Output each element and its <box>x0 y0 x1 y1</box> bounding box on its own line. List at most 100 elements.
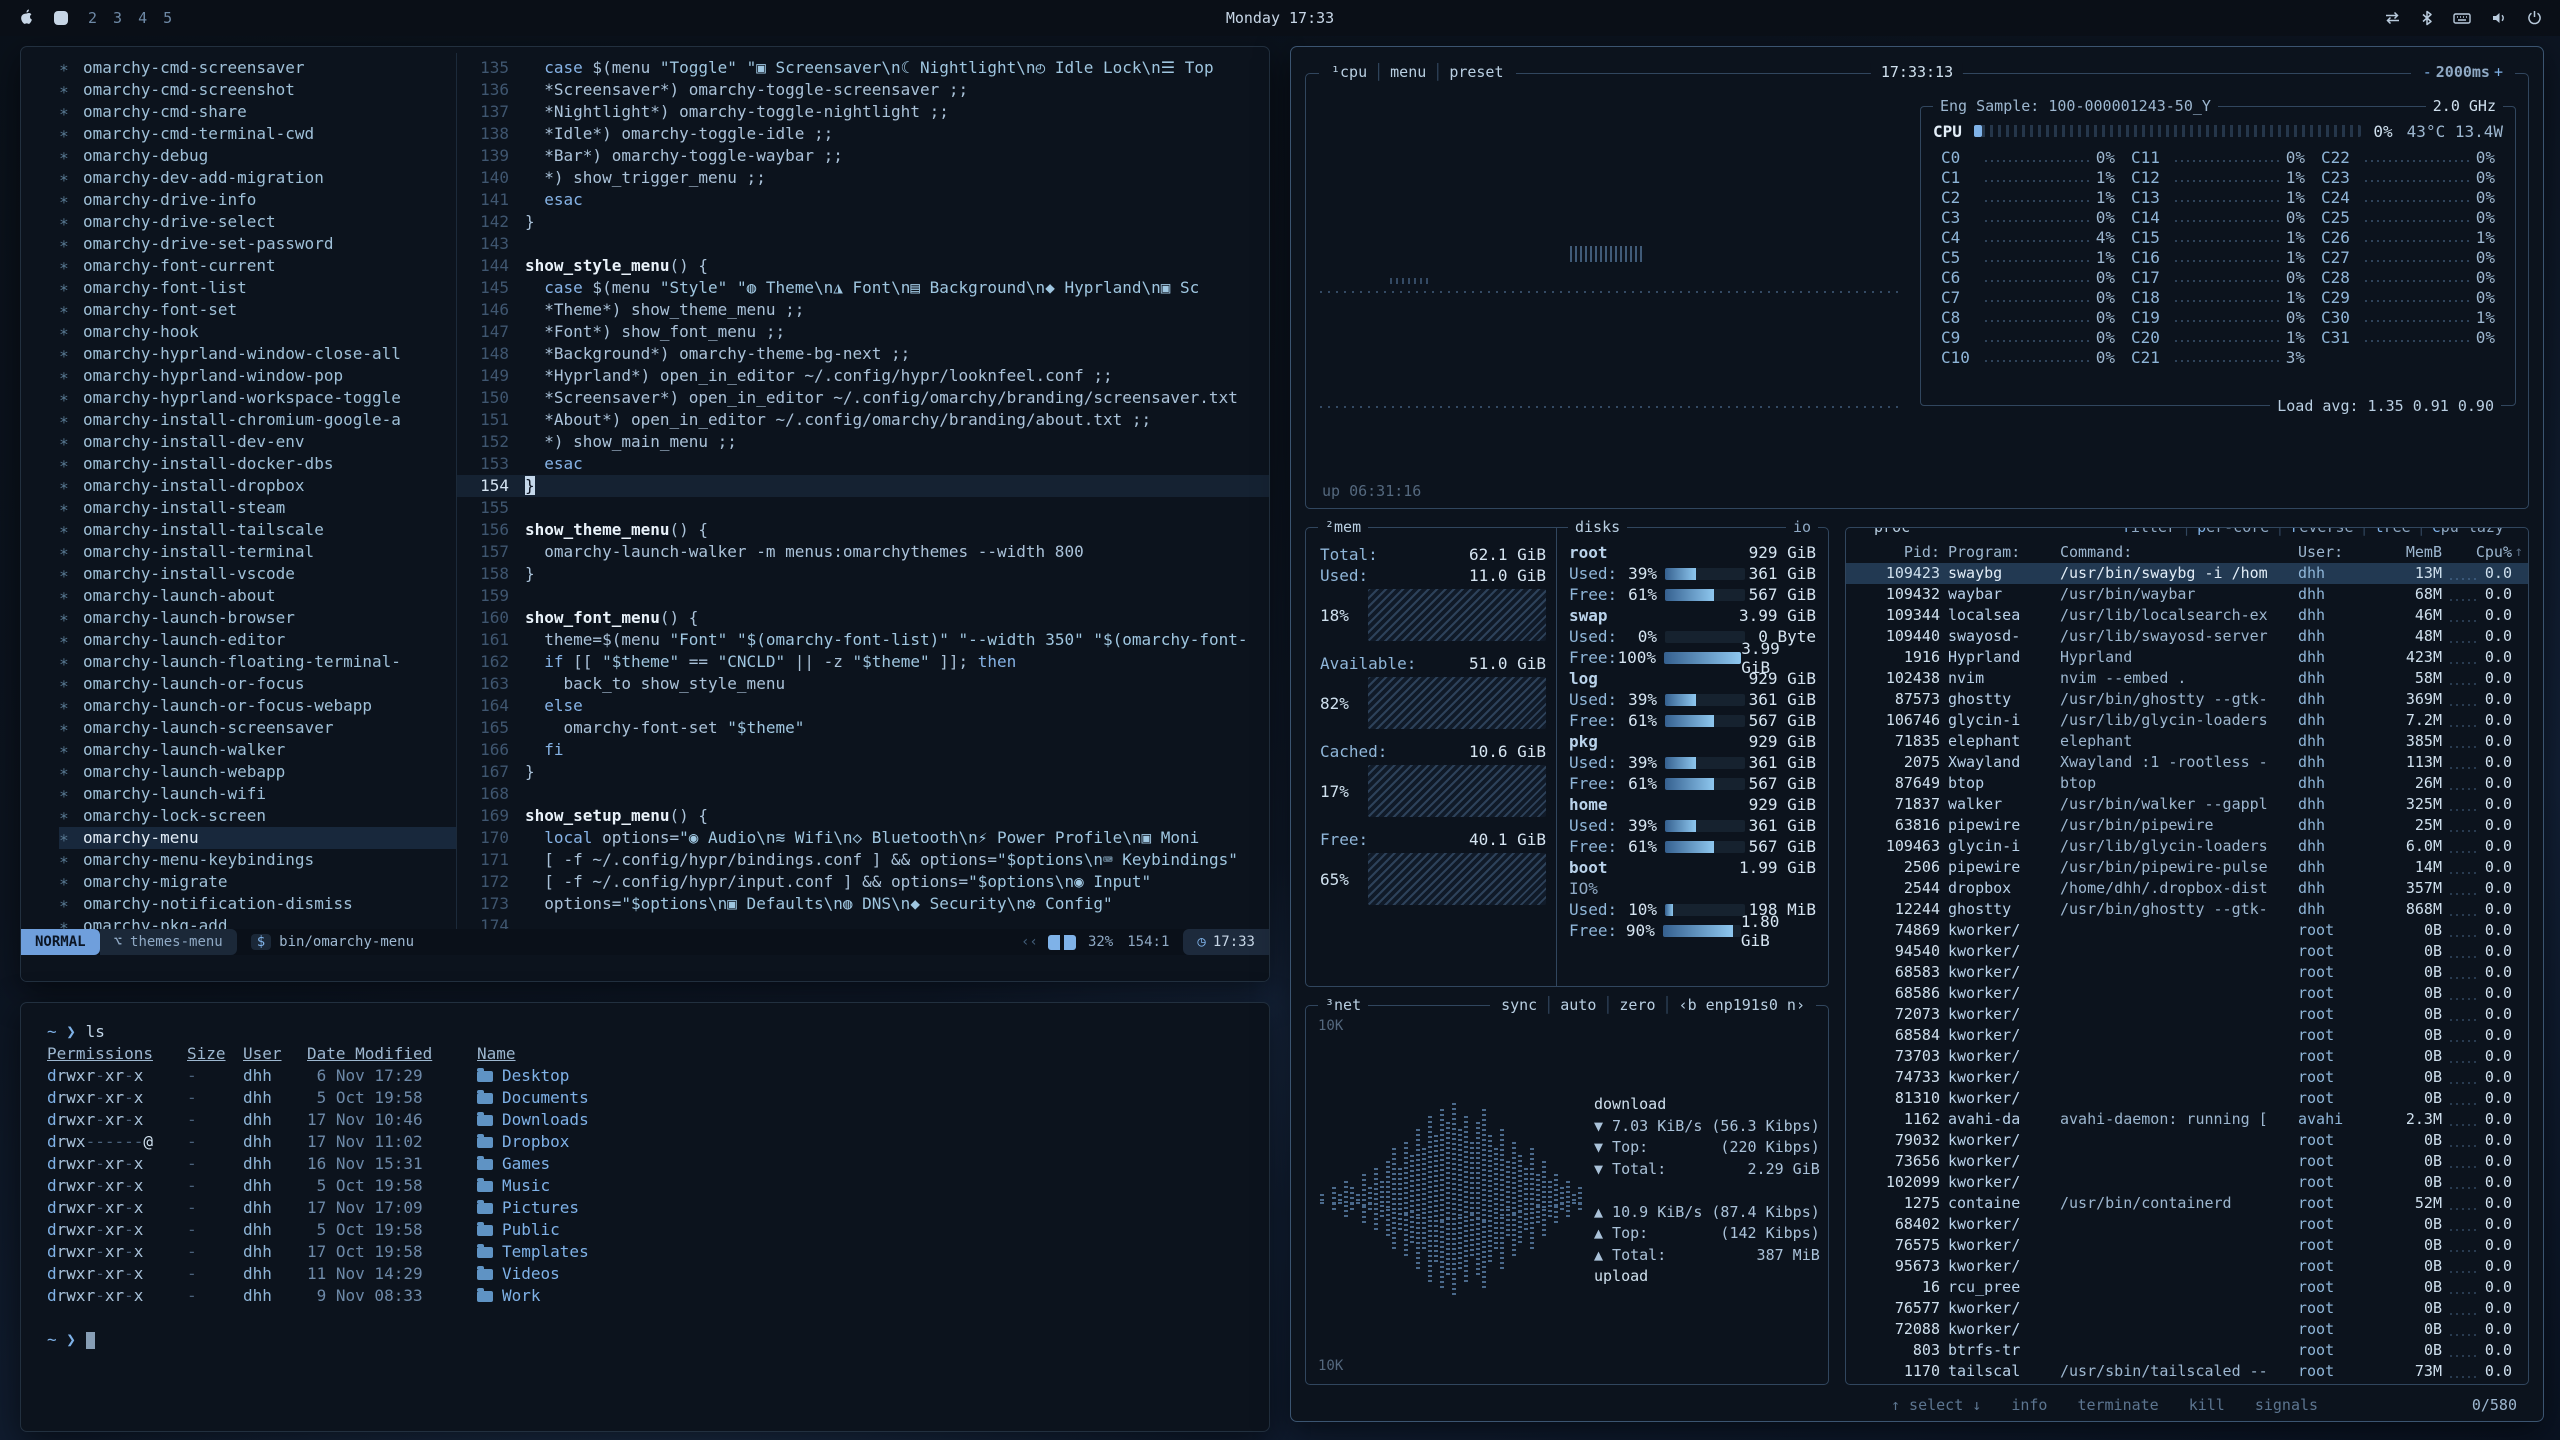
io-toggle[interactable]: io <box>1786 518 1818 536</box>
file-item[interactable]: ∗omarchy-dev-add-migration <box>59 167 456 189</box>
process-row[interactable]: 72088kworker/root0B0.0 <box>1846 1319 2528 1340</box>
process-row[interactable]: 68402kworker/root0B0.0 <box>1846 1214 2528 1235</box>
process-row[interactable]: 68584kworker/root0B0.0 <box>1846 1025 2528 1046</box>
code-line[interactable]: 159 <box>457 585 1269 607</box>
code-line[interactable]: 149 *Hyprland*) open_in_editor ~/.config… <box>457 365 1269 387</box>
file-item[interactable]: ∗omarchy-launch-walker <box>59 739 456 761</box>
file-item[interactable]: ∗omarchy-cmd-screenshot <box>59 79 456 101</box>
process-row[interactable]: 1162avahi-daavahi-daemon: running [avahi… <box>1846 1109 2528 1130</box>
file-item[interactable]: ∗omarchy-hyprland-window-pop <box>59 365 456 387</box>
process-row[interactable]: 94540kworker/root0B0.0 <box>1846 941 2528 962</box>
process-row[interactable]: 2506pipewire/usr/bin/pipewire-pulsedhh14… <box>1846 857 2528 878</box>
process-row[interactable]: 68583kworker/root0B0.0 <box>1846 962 2528 983</box>
process-row[interactable]: 1275containe/usr/bin/containerdroot52M0.… <box>1846 1193 2528 1214</box>
process-row[interactable]: 16rcu_preeroot0B0.0 <box>1846 1277 2528 1298</box>
process-row[interactable]: 109423swaybg/usr/bin/swaybg -i /homdhh13… <box>1846 563 2528 584</box>
file-item[interactable]: ∗omarchy-debug <box>59 145 456 167</box>
file-item[interactable]: ∗omarchy-install-steam <box>59 497 456 519</box>
code-line[interactable]: 142} <box>457 211 1269 233</box>
code-line[interactable]: 163 back_to show_style_menu <box>457 673 1269 695</box>
network-box-title[interactable]: ³net <box>1318 996 1368 1014</box>
footer-info[interactable]: info <box>2011 1396 2047 1414</box>
file-item[interactable]: ∗omarchy-hook <box>59 321 456 343</box>
process-box-title[interactable]: ⁴proc <box>1858 527 1917 536</box>
omarchy-logo-icon[interactable] <box>18 9 34 27</box>
file-item[interactable]: ∗omarchy-cmd-terminal-cwd <box>59 123 456 145</box>
file-item[interactable]: ∗omarchy-lock-screen <box>59 805 456 827</box>
file-item[interactable]: ∗omarchy-install-vscode <box>59 563 456 585</box>
code-line[interactable]: 153 esac <box>457 453 1269 475</box>
code-line[interactable]: 138 *Idle*) omarchy-toggle-idle ;; <box>457 123 1269 145</box>
code-line[interactable]: 161 theme=$(menu "Font" "$(omarchy-font-… <box>457 629 1269 651</box>
file-item[interactable]: ∗omarchy-cmd-screensaver <box>59 57 456 79</box>
process-row[interactable]: 102438nvimnvim --embed .dhh58M0.0 <box>1846 668 2528 689</box>
code-line[interactable]: 151 *About*) open_in_editor ~/.config/om… <box>457 409 1269 431</box>
process-row[interactable]: 63816pipewire/usr/bin/pipewiredhh25M0.0 <box>1846 815 2528 836</box>
code-line[interactable]: 167} <box>457 761 1269 783</box>
process-options[interactable]: filter│per-core│reverse│tree│cpu lazy <box>2112 527 2514 536</box>
net-control-b[interactable]: ‹b enp191s0 n› <box>1679 996 1805 1014</box>
net-control-auto[interactable]: auto <box>1560 996 1596 1014</box>
code-editor[interactable]: 135 case $(menu "Toggle" "▣ Screensaver\… <box>457 53 1269 929</box>
file-item[interactable]: ∗omarchy-install-chromium-google-a <box>59 409 456 431</box>
process-row[interactable]: 87649btopbtopdhh26M0.0 <box>1846 773 2528 794</box>
scroll-up-icon[interactable]: ↑ <box>2515 544 2523 560</box>
code-line[interactable]: 145 case $(menu "Style" "◍ Theme\n◮ Font… <box>457 277 1269 299</box>
net-control-zero[interactable]: zero <box>1619 996 1655 1014</box>
code-line[interactable]: 146 *Theme*) show_theme_menu ;; <box>457 299 1269 321</box>
process-row[interactable]: 87573ghostty/usr/bin/ghostty --gtk-dhh36… <box>1846 689 2528 710</box>
process-row[interactable]: 109440swayosd-/usr/lib/swayosd-serverdhh… <box>1846 626 2528 647</box>
process-row[interactable]: 72073kworker/root0B0.0 <box>1846 1004 2528 1025</box>
proc-option-tree[interactable]: tree <box>2375 527 2411 536</box>
file-item[interactable]: ∗omarchy-install-dropbox <box>59 475 456 497</box>
power-icon[interactable] <box>2527 10 2542 26</box>
btop-tab-menu[interactable]: menu <box>1390 63 1426 81</box>
code-line[interactable]: 168 <box>457 783 1269 805</box>
network-arrows-icon[interactable] <box>2384 11 2401 25</box>
footer-kill[interactable]: kill <box>2189 1396 2225 1414</box>
file-item[interactable]: ∗omarchy-launch-floating-terminal- <box>59 651 456 673</box>
code-line[interactable]: 148 *Background*) omarchy-theme-bg-next … <box>457 343 1269 365</box>
code-line[interactable]: 136 *Screensaver*) omarchy-toggle-screen… <box>457 79 1269 101</box>
code-line[interactable]: 166 fi <box>457 739 1269 761</box>
code-line[interactable]: 156show_theme_menu() { <box>457 519 1269 541</box>
proc-option-reverse[interactable]: reverse <box>2290 527 2353 536</box>
process-row[interactable]: 74869kworker/root0B0.0 <box>1846 920 2528 941</box>
workspace-2[interactable]: 2 <box>88 9 97 27</box>
bluetooth-icon[interactable] <box>2421 10 2433 26</box>
file-item[interactable]: ∗omarchy-menu <box>59 827 456 849</box>
interval-decrease-button[interactable]: - <box>2423 63 2432 81</box>
workspace-3[interactable]: 3 <box>113 9 122 27</box>
file-item[interactable]: ∗omarchy-hyprland-workspace-toggle <box>59 387 456 409</box>
code-line[interactable]: 141 esac <box>457 189 1269 211</box>
process-row[interactable]: 12244ghostty/usr/bin/ghostty --gtk-dhh86… <box>1846 899 2528 920</box>
file-item[interactable]: ∗omarchy-font-list <box>59 277 456 299</box>
process-row[interactable]: 109344localsea/usr/lib/localsearch-exdhh… <box>1846 605 2528 626</box>
process-row[interactable]: 803btrfs-trroot0B0.0 <box>1846 1340 2528 1361</box>
vim-command-line[interactable] <box>21 955 1269 981</box>
proc-option-per-core[interactable]: per-core <box>2197 527 2269 536</box>
process-row[interactable]: 102099kworker/root0B0.0 <box>1846 1172 2528 1193</box>
process-row[interactable]: 2075XwaylandXwayland :1 -rootless -dhh11… <box>1846 752 2528 773</box>
process-row[interactable]: 71835elephantelephantdhh385M0.0 <box>1846 731 2528 752</box>
process-row[interactable]: 1916HyprlandHyprlanddhh423M0.0 <box>1846 647 2528 668</box>
process-row[interactable]: 79032kworker/root0B0.0 <box>1846 1130 2528 1151</box>
file-item[interactable]: ∗omarchy-install-tailscale <box>59 519 456 541</box>
file-item[interactable]: ∗omarchy-drive-set-password <box>59 233 456 255</box>
file-item[interactable]: ∗omarchy-install-terminal <box>59 541 456 563</box>
file-item[interactable]: ∗omarchy-notification-dismiss <box>59 893 456 915</box>
code-line[interactable]: 147 *Font*) show_font_menu ;; <box>457 321 1269 343</box>
interval-increase-button[interactable]: + <box>2494 63 2503 81</box>
process-row[interactable]: 81310kworker/root0B0.0 <box>1846 1088 2528 1109</box>
code-line[interactable]: 143 <box>457 233 1269 255</box>
process-row[interactable]: 71837walker/usr/bin/walker --gappldhh325… <box>1846 794 2528 815</box>
process-row[interactable]: 109432waybar/usr/bin/waybardhh68M0.0 <box>1846 584 2528 605</box>
process-row[interactable]: 74733kworker/root0B0.0 <box>1846 1067 2528 1088</box>
workspace-5[interactable]: 5 <box>163 9 172 27</box>
code-line[interactable]: 165 omarchy-font-set "$theme" <box>457 717 1269 739</box>
code-line[interactable]: 137 *Nightlight*) omarchy-toggle-nightli… <box>457 101 1269 123</box>
keyboard-icon[interactable] <box>2453 12 2471 25</box>
code-line[interactable]: 140 *) show_trigger_menu ;; <box>457 167 1269 189</box>
process-row[interactable]: 68586kworker/root0B0.0 <box>1846 983 2528 1004</box>
code-line[interactable]: 164 else <box>457 695 1269 717</box>
